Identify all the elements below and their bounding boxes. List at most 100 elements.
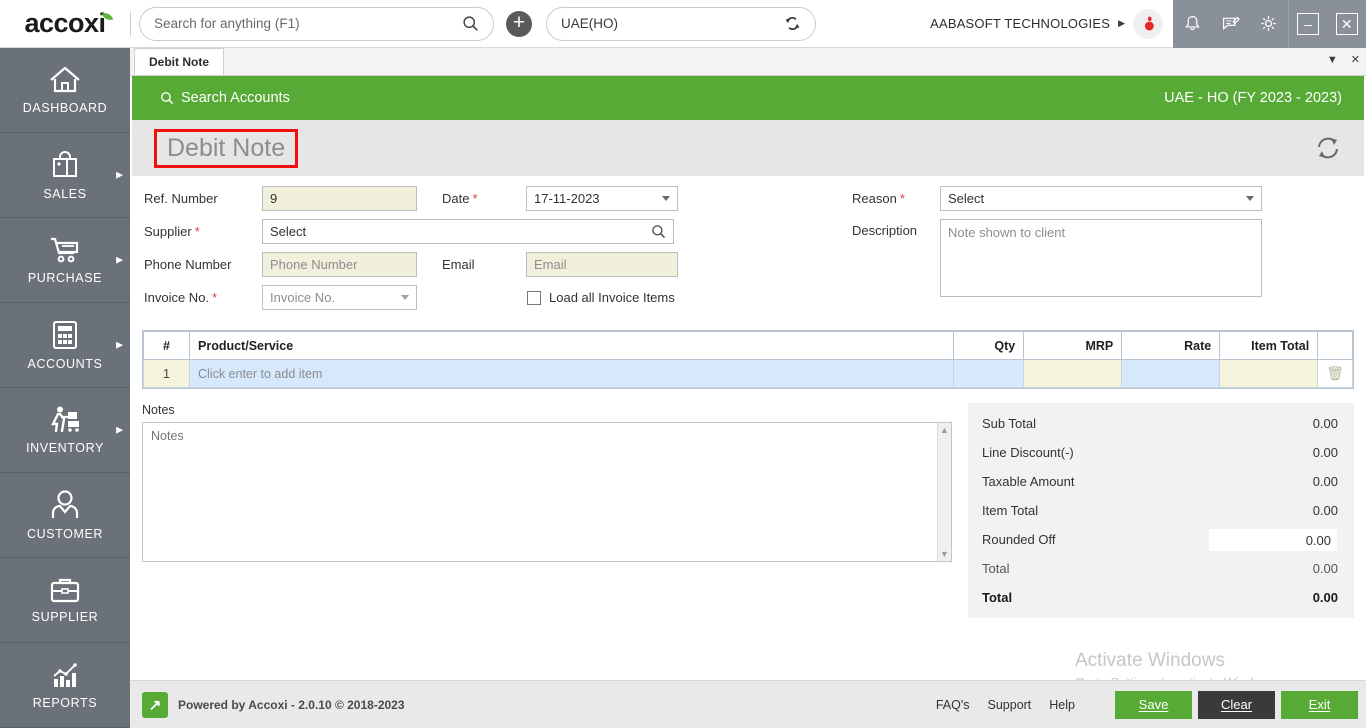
sidebar-item-label: DASHBOARD [22,101,108,115]
tab-debit-note[interactable]: Debit Note [134,48,224,75]
sidebar-item-accounts[interactable]: ACCOUNTS ▶ [0,303,130,388]
search-icon[interactable] [651,224,666,239]
refresh-icon[interactable] [1314,134,1342,162]
phone-input[interactable] [270,257,409,272]
date-field[interactable]: 17-11-2023 [526,186,678,211]
debit-note-form: Ref. Number Date* 17-11-2023 Supplier* [130,176,1366,318]
footer-link-faqs[interactable]: FAQ's [936,698,970,712]
col-header-mrp: MRP [1023,331,1123,360]
add-new-button[interactable]: + [506,10,532,37]
load-all-invoice-items-checkbox[interactable]: Load all Invoice Items [527,290,675,305]
total-row-taxable-amount: Taxable Amount 0.00 [982,467,1338,496]
minimize-button[interactable]: – [1297,12,1320,35]
invoice-no-value: Invoice No. [270,290,336,305]
scroll-up-icon[interactable]: ▲ [940,425,949,435]
branch-selector[interactable]: UAE(HO) [546,6,816,41]
company-switcher[interactable]: AABASOFT TECHNOLOGIES ▶ [930,8,1173,39]
ref-number-input[interactable] [270,191,409,206]
date-label: Date * [442,191,478,206]
table-row[interactable]: 1 Click enter to add item 🗑 [143,359,1353,388]
fiscal-year-label: UAE - HO (FY 2023 - 2023) [1164,90,1342,106]
chevron-down-icon[interactable] [401,295,409,300]
sidebar-item-customer[interactable]: CUSTOMER [0,473,130,558]
totals-panel: Sub Total 0.00 Line Discount(-) 0.00 Tax… [968,403,1354,618]
search-input[interactable] [154,16,462,31]
document-title-bar: Debit Note [132,120,1364,176]
search-accounts-label: Search Accounts [181,90,290,106]
warehouse-worker-icon [51,406,79,433]
notes-textarea[interactable] [143,423,937,561]
search-accounts-button[interactable]: Search Accounts [160,90,290,106]
cell-delete[interactable]: 🗑 [1317,359,1353,388]
footer-link-help[interactable]: Help [1049,698,1075,712]
powered-by-text: Powered by Accoxi - 2.0.10 © 2018-2023 [178,697,405,712]
close-window-button[interactable]: ✕ [1335,12,1358,35]
sidebar-item-dashboard[interactable]: DASHBOARD [0,48,130,133]
scroll-down-icon[interactable]: ▼ [940,549,949,559]
total-row-item-total: Item Total 0.00 [982,496,1338,525]
sidebar-item-reports[interactable]: REPORTS [0,643,130,728]
avatar[interactable] [1133,8,1163,39]
window-controls: – ✕ [1288,0,1366,48]
form-right-column: Reason * Select Description [834,186,1358,318]
app-logo: accoxi [0,0,130,48]
sidebar-item-supplier[interactable]: SUPPLIER [0,558,130,643]
ref-number-field[interactable] [262,186,417,211]
trash-icon[interactable]: 🗑 [1326,365,1344,381]
sidebar-item-sales[interactable]: SALES ▶ [0,133,130,218]
email-field[interactable] [526,252,678,277]
exit-button[interactable]: Exit [1281,690,1358,719]
footer-link-support[interactable]: Support [988,698,1032,712]
save-button[interactable]: Save [1115,690,1192,719]
col-header-product: Product/Service [188,331,955,360]
description-textarea[interactable] [940,219,1262,297]
clear-button[interactable]: Clear [1198,690,1275,719]
total-row-line-discount: Line Discount(-) 0.00 [982,438,1338,467]
cell-index: 1 [143,359,190,388]
chevron-down-icon[interactable] [1246,196,1254,201]
sidebar-item-inventory[interactable]: INVENTORY ▶ [0,388,130,473]
chevron-down-icon[interactable] [662,196,670,201]
supplier-field[interactable]: Select [262,219,674,244]
settings-gear-icon[interactable] [1259,14,1278,33]
notes-scrollbar[interactable]: ▲ ▼ [937,423,951,561]
invoice-no-field[interactable]: Invoice No. [262,285,417,310]
notification-bell-icon[interactable] [1183,14,1202,33]
notes-column: Notes ▲ ▼ [142,403,952,618]
ref-number-label: Ref. Number [144,191,218,206]
phone-field[interactable] [262,252,417,277]
bar-chart-icon [53,663,77,687]
supplier-value: Select [270,224,307,239]
rounded-off-input[interactable]: 0.00 [1208,527,1338,552]
tab-list-dropdown-icon[interactable]: ▼ [1327,54,1338,66]
required-marker: * [899,191,905,206]
checkbox-box[interactable] [527,290,541,305]
branch-value: UAE(HO) [561,16,618,31]
logo-divider [130,10,131,37]
row-ref-date: Ref. Number Date* 17-11-2023 [144,186,834,211]
total-row-rounded-off[interactable]: Rounded Off 0.00 [982,525,1338,554]
global-search[interactable] [139,6,494,41]
search-accounts-bar: Search Accounts UAE - HO (FY 2023 - 2023… [132,76,1364,120]
sync-icon[interactable] [784,15,801,32]
footer-bar: ↗ Powered by Accoxi - 2.0.10 © 2018-2023… [130,680,1366,728]
page-title: Debit Note [154,128,299,168]
cell-qty[interactable] [953,359,1025,388]
col-header-index: # [143,331,190,360]
total-value: 0.00 [1312,416,1338,431]
tab-close-icon[interactable]: ✕ [1351,53,1360,66]
items-table: # Product/Service Qty MRP Rate Item Tota… [143,331,1353,388]
sidebar-item-purchase[interactable]: PURCHASE ▶ [0,218,130,303]
cell-mrp[interactable] [1023,359,1123,388]
powered-by: ↗ Powered by Accoxi - 2.0.10 © 2018-2023 [142,691,405,718]
required-marker: * [194,224,200,239]
message-icon[interactable] [1221,14,1240,33]
email-input[interactable] [534,257,670,272]
cell-product[interactable]: Click enter to add item [188,359,955,388]
notes-box[interactable]: ▲ ▼ [142,422,952,562]
cell-rate[interactable] [1121,359,1221,388]
briefcase-icon [50,578,80,603]
total-value: 0.00 [1312,474,1338,489]
reason-field[interactable]: Select [940,186,1262,211]
chevron-right-icon: ▶ [116,169,123,180]
